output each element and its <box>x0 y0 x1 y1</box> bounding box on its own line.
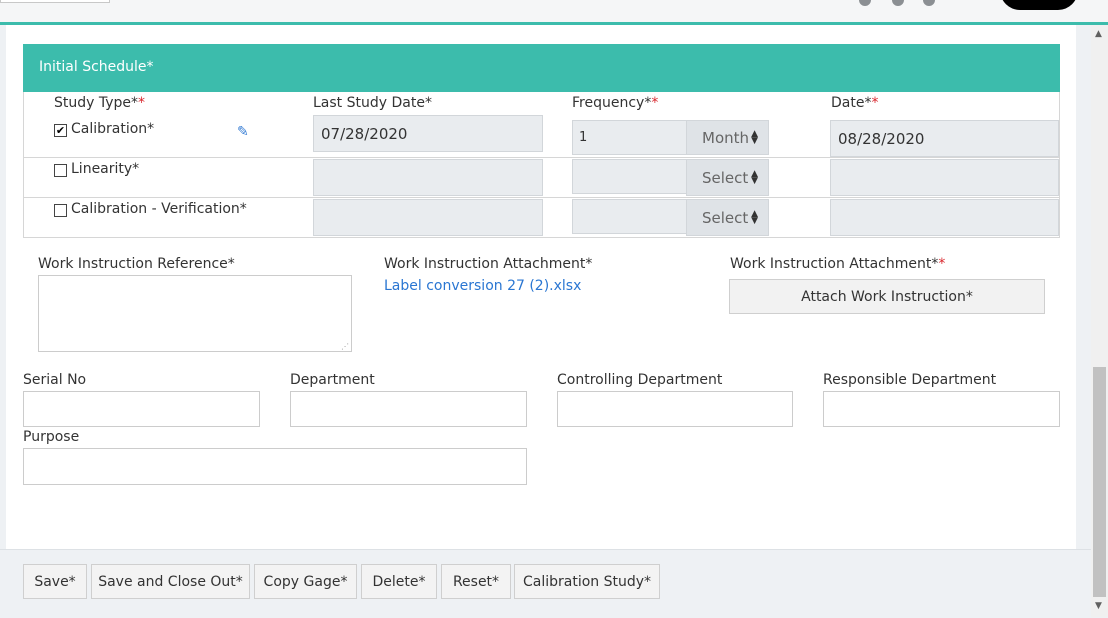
save-button[interactable]: Save* <box>23 564 87 599</box>
date-input[interactable]: 08/28/2020 <box>830 120 1059 157</box>
last-study-date-input[interactable] <box>313 159 543 196</box>
frequency-input[interactable] <box>572 199 687 234</box>
resize-grip-icon[interactable]: ⋰ <box>341 342 349 351</box>
frequency-header: Frequency** <box>572 95 659 111</box>
responsible-department-label: Responsible Department <box>823 372 997 388</box>
bell-icon[interactable] <box>923 0 935 6</box>
scrollbar-thumb[interactable] <box>1093 367 1106 597</box>
panel-title: Initial Schedule* <box>39 59 154 75</box>
frequency-unit-select[interactable]: Month ▲ ▼ <box>686 120 769 155</box>
sort-caret-icon: ▲ ▼ <box>751 128 758 146</box>
department-input[interactable] <box>290 391 527 427</box>
date-header: Date** <box>831 95 879 111</box>
frequency-unit-select[interactable]: Select ▲ ▼ <box>686 199 769 236</box>
work-instruction-attachment-label-2: Work Instruction Attachment** <box>730 256 946 272</box>
work-instruction-attachment-label: Work Instruction Attachment* <box>384 256 593 272</box>
sort-caret-icon: ▲ ▼ <box>751 168 758 186</box>
calibration-study-button[interactable]: Calibration Study* <box>514 564 660 599</box>
study-type-header: Study Type** <box>54 95 146 111</box>
responsible-department-input[interactable] <box>823 391 1060 427</box>
initial-schedule-header: Initial Schedule* <box>23 44 1060 92</box>
last-study-date-input[interactable]: 07/28/2020 <box>313 115 543 152</box>
attachment-file-link[interactable]: Label conversion 27 (2).xlsx <box>384 278 581 294</box>
vertical-scrollbar[interactable]: ▲ ▼ <box>1091 25 1108 617</box>
pencil-icon[interactable]: ✎ <box>237 124 249 140</box>
last-study-date-input[interactable] <box>313 199 543 236</box>
settings-icon[interactable] <box>859 0 871 6</box>
serial-no-input[interactable] <box>23 391 260 427</box>
row-divider <box>23 197 1060 198</box>
save-and-close-out-button[interactable]: Save and Close Out* <box>91 564 250 599</box>
attach-work-instruction-button[interactable]: Attach Work Instruction* <box>729 279 1045 314</box>
top-bar <box>0 0 1108 25</box>
frequency-input[interactable] <box>572 159 687 194</box>
calibration-checkbox[interactable]: ✔ <box>54 124 67 137</box>
sort-caret-icon: ▲ ▼ <box>751 208 758 226</box>
date-input[interactable] <box>830 159 1059 196</box>
row-divider <box>23 157 1060 158</box>
linearity-checkbox[interactable] <box>54 164 67 177</box>
purpose-input[interactable] <box>23 448 527 485</box>
scroll-up-icon[interactable]: ▲ <box>1095 29 1102 39</box>
calibration-verification-label: Calibration - Verification* <box>71 201 247 217</box>
work-instruction-reference-textarea[interactable]: ⋰ <box>38 275 352 352</box>
calibration-label: Calibration* <box>71 121 155 137</box>
serial-no-label: Serial No <box>23 372 87 388</box>
info-icon[interactable] <box>892 0 904 6</box>
department-label: Department <box>290 372 375 388</box>
calibration-verification-checkbox[interactable] <box>54 204 67 217</box>
frequency-input[interactable]: 1 <box>572 120 687 155</box>
controlling-department-label: Controlling Department <box>557 372 723 388</box>
last-study-date-header: Last Study Date* <box>313 95 432 111</box>
top-tab[interactable] <box>0 0 110 3</box>
scroll-down-icon[interactable]: ▼ <box>1095 601 1102 611</box>
avatar[interactable] <box>1000 0 1078 10</box>
copy-gage-button[interactable]: Copy Gage* <box>254 564 357 599</box>
delete-button[interactable]: Delete* <box>361 564 437 599</box>
controlling-department-input[interactable] <box>557 391 793 427</box>
purpose-label: Purpose <box>23 429 80 445</box>
frequency-unit-select[interactable]: Select ▲ ▼ <box>686 159 769 196</box>
reset-button[interactable]: Reset* <box>441 564 511 599</box>
date-input[interactable] <box>830 199 1059 236</box>
work-instruction-reference-label: Work Instruction Reference* <box>38 256 235 272</box>
linearity-label: Linearity* <box>71 161 140 177</box>
